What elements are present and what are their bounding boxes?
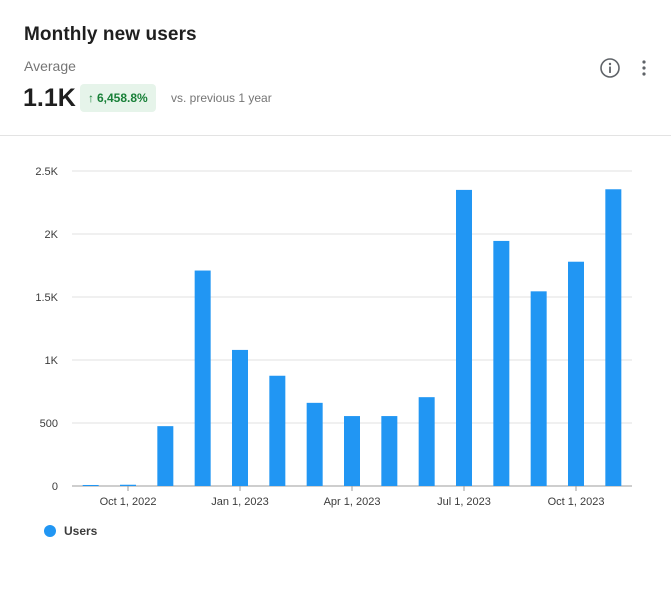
more-vert-icon[interactable] — [634, 57, 654, 79]
y-tick-label: 2K — [45, 229, 59, 241]
delta-badge: ↑ 6,458.8% — [80, 84, 156, 112]
legend-swatch — [44, 525, 56, 537]
bar — [82, 484, 99, 486]
chart-svg: 0 500 1K 1.5K 2K 2.5K Oct 1, 2022 Jan 1, 2023 Ap… — [35, 166, 632, 508]
bar — [418, 397, 435, 486]
arrow-up-icon: ↑ — [88, 91, 94, 105]
bar — [194, 270, 211, 486]
x-tick-label: Apr 1, 2023 — [324, 496, 381, 508]
y-tick-label: 2.5K — [35, 166, 58, 178]
delta-value: 6,458.8% — [97, 91, 148, 105]
x-tick-label: Jan 1, 2023 — [211, 496, 269, 508]
card-header: Monthly new users Average 1.1K ↑ 6,458.8… — [0, 0, 671, 136]
y-tick-label: 0 — [52, 481, 58, 493]
legend-label: Users — [64, 524, 98, 538]
info-icon[interactable] — [599, 57, 621, 79]
y-tick-label: 500 — [40, 418, 58, 430]
bar — [605, 189, 622, 486]
metric-label: Average — [24, 58, 76, 74]
bar — [269, 375, 286, 486]
bar — [344, 416, 360, 486]
y-tick-label: 1.5K — [35, 292, 58, 304]
bar — [381, 416, 398, 486]
legend-item-users[interactable]: Users — [44, 524, 97, 538]
y-tick-label: 1K — [45, 355, 59, 367]
comparison-text: vs. previous 1 year — [171, 91, 272, 105]
card-title: Monthly new users — [24, 24, 197, 45]
bar — [157, 426, 174, 486]
bar — [456, 189, 472, 486]
bar — [530, 291, 547, 486]
x-tick-label: Oct 1, 2022 — [100, 496, 157, 508]
chart-card: Monthly new users Average 1.1K ↑ 6,458.8… — [0, 0, 671, 585]
x-tick-label: Jul 1, 2023 — [437, 496, 491, 508]
bar — [493, 240, 510, 486]
bar — [232, 349, 248, 486]
bar — [306, 402, 323, 486]
bar — [568, 261, 584, 486]
x-tick-label: Oct 1, 2023 — [548, 496, 605, 508]
metric-value: 1.1K — [23, 84, 76, 112]
bar-chart: 0 500 1K 1.5K 2K 2.5K Oct 1, 2022 Jan 1, 2023 Ap… — [0, 137, 671, 585]
bar — [120, 484, 136, 486]
